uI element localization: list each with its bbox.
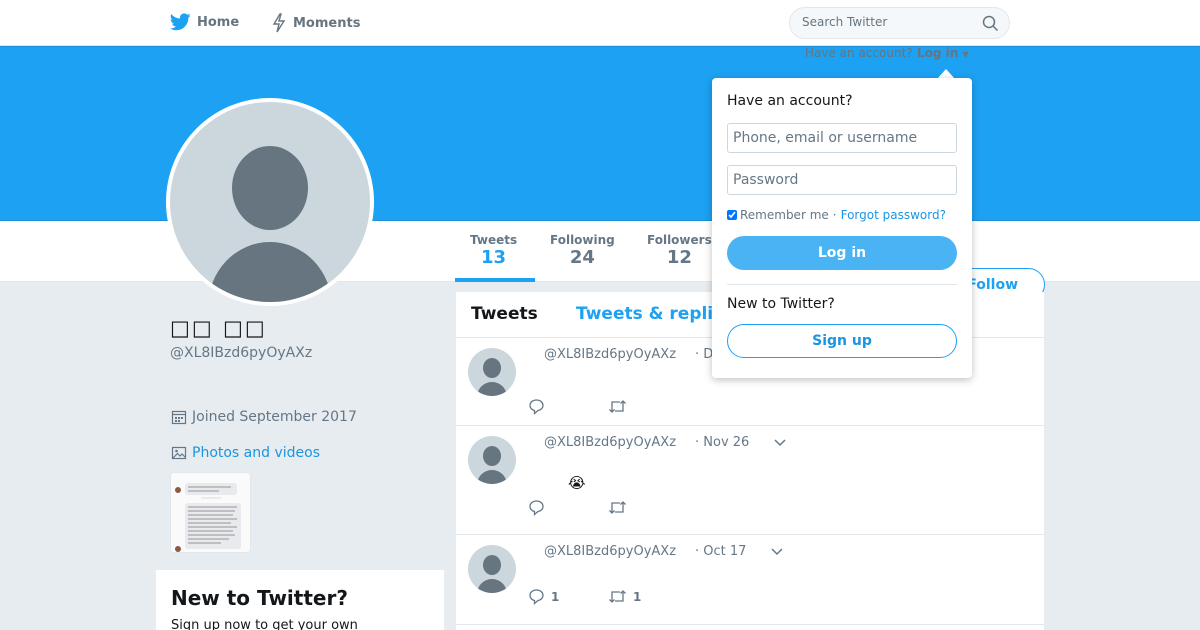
search-icon[interactable]: [982, 15, 999, 32]
media-thumbnail[interactable]: [170, 472, 251, 553]
calendar-icon: [171, 410, 187, 425]
chevron-down-icon[interactable]: [771, 547, 783, 557]
profile-avatar[interactable]: [166, 98, 374, 306]
forgot-password-link[interactable]: Forgot password?: [841, 208, 946, 222]
reply-action[interactable]: 1: [528, 588, 608, 605]
stat-following[interactable]: Following 24: [550, 233, 615, 268]
tweet-text: 😭: [568, 474, 586, 492]
tweet-actions: [528, 398, 688, 415]
reply-icon: [529, 500, 544, 516]
password-input[interactable]: [727, 165, 957, 195]
remember-me-row: Remember me · Forgot password?: [727, 208, 946, 222]
username-input[interactable]: [727, 123, 957, 153]
reply-icon: [529, 589, 544, 605]
nav-home-label: Home: [197, 14, 240, 30]
tweet-actions: [528, 499, 688, 516]
retweet-icon: [609, 400, 626, 413]
stat-tweets[interactable]: Tweets 13: [470, 233, 517, 268]
retweet-action[interactable]: [608, 398, 688, 415]
tweet-item[interactable]: @XL8IBzd6pyOyAXz · Nov 26 😭: [456, 426, 1044, 535]
retweet-count: 1: [633, 589, 642, 604]
retweet-icon: [609, 590, 626, 603]
have-account-text: Have an account?: [805, 46, 913, 60]
photos-videos-link[interactable]: Photos and videos: [171, 445, 320, 461]
tweet-handle[interactable]: @XL8IBzd6pyOyAXz: [544, 347, 676, 362]
remember-me-label: Remember me: [740, 208, 829, 222]
reply-action[interactable]: [528, 499, 608, 516]
login-toggle-label: Log in: [917, 46, 959, 60]
active-tab-underline: [455, 278, 535, 282]
retweet-action[interactable]: [608, 499, 688, 516]
twitter-bird-icon: [170, 13, 191, 31]
new-to-twitter-card: New to Twitter? Sign up now to get your …: [156, 570, 444, 630]
retweet-action[interactable]: 1: [608, 588, 688, 605]
chevron-down-icon[interactable]: [774, 438, 786, 448]
search-input[interactable]: [802, 15, 972, 29]
tab-tweets[interactable]: Tweets: [471, 304, 538, 324]
login-dropdown-title: Have an account?: [727, 93, 853, 109]
reply-action[interactable]: [528, 398, 608, 415]
joined-label: Joined September 2017: [192, 409, 357, 425]
stat-tweets-value: 13: [481, 247, 507, 268]
stat-tweets-label: Tweets: [470, 233, 518, 247]
retweet-icon: [609, 501, 626, 514]
new-to-twitter-title: New to Twitter?: [171, 586, 348, 610]
tweet-handle[interactable]: @XL8IBzd6pyOyAXz: [544, 435, 676, 450]
nav-moments[interactable]: Moments: [271, 13, 360, 33]
stat-followers-label: Followers: [647, 233, 712, 247]
default-avatar-icon: [170, 102, 370, 302]
stat-following-value: 24: [569, 247, 595, 268]
image-icon: [171, 446, 187, 460]
tweet-date[interactable]: · D: [695, 347, 713, 362]
signup-button[interactable]: Sign up: [727, 324, 957, 358]
tweet-date[interactable]: · Oct 17: [695, 544, 746, 559]
divider: [727, 284, 957, 285]
tweet-avatar[interactable]: [468, 436, 516, 484]
tweet-avatar[interactable]: [468, 348, 516, 396]
nav-home[interactable]: Home: [170, 13, 239, 31]
separator-dot: ·: [832, 208, 837, 222]
login-dropdown: Have an account? Remember me · Forgot pa…: [712, 78, 972, 378]
tweet-date[interactable]: · Nov 26: [695, 435, 749, 450]
search-box[interactable]: [789, 7, 1010, 39]
tweet-avatar[interactable]: [468, 545, 516, 593]
login-dropdown-toggle[interactable]: Log in ▼: [917, 46, 969, 60]
caret-down-icon: ▼: [962, 50, 969, 59]
remember-me-checkbox[interactable]: [727, 210, 737, 220]
reply-count: 1: [551, 589, 560, 604]
nav-moments-label: Moments: [293, 15, 361, 31]
stat-following-label: Following: [550, 233, 615, 247]
tweet-actions: 1 1: [528, 588, 688, 605]
lightning-icon: [272, 13, 286, 33]
tab-tweets-replies[interactable]: Tweets & replies: [576, 304, 735, 324]
reply-icon: [529, 399, 544, 415]
stat-followers-value: 12: [666, 247, 692, 268]
photos-videos-label: Photos and videos: [192, 445, 321, 461]
new-to-twitter-subtitle: Sign up now to get your own: [171, 618, 358, 630]
tweet-item[interactable]: @XL8IBzd6pyOyAXz · Oct 17 1 1: [456, 535, 1044, 625]
profile-handle: @XL8IBzd6pyOyAXz: [170, 345, 313, 361]
new-to-twitter-label: New to Twitter?: [727, 296, 835, 312]
profile-name: □□ □□: [170, 316, 267, 340]
tweet-handle[interactable]: @XL8IBzd6pyOyAXz: [544, 544, 676, 559]
stat-followers[interactable]: Followers 12: [647, 233, 712, 268]
top-navigation: Home Moments: [0, 0, 1200, 46]
login-button[interactable]: Log in: [727, 236, 957, 270]
joined-date: Joined September 2017: [171, 409, 357, 425]
